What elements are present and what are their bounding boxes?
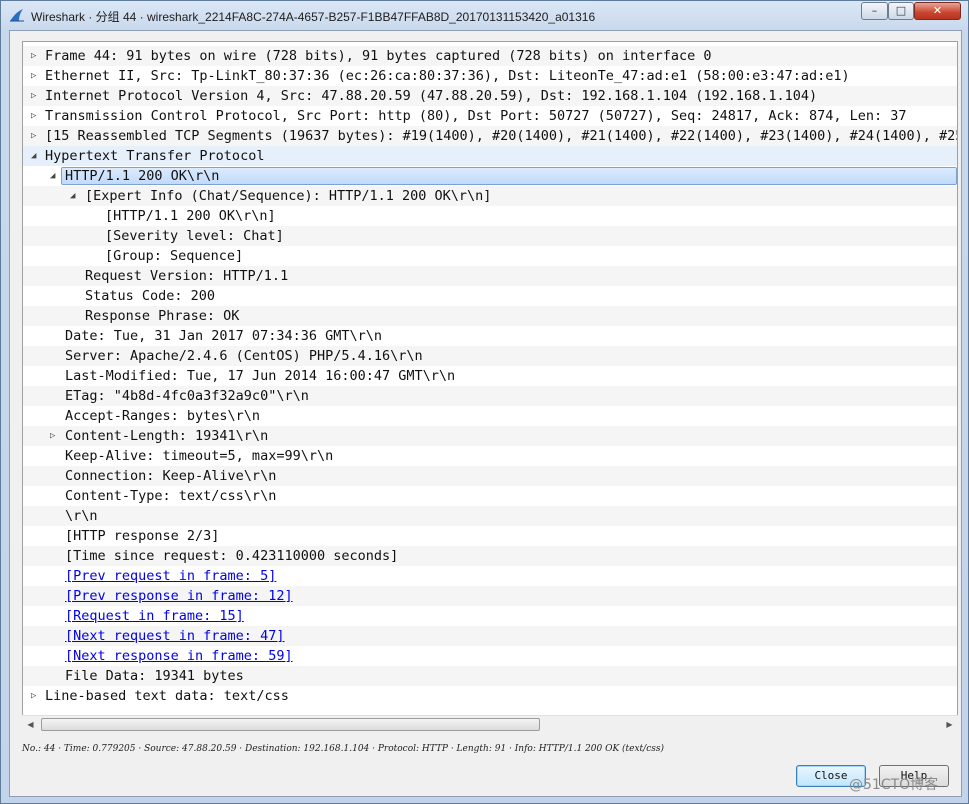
tree-row-label: Date: Tue, 31 Jan 2017 07:34:36 GMT\r\n [65, 328, 382, 344]
tree-row-last-modified[interactable]: Last-Modified: Tue, 17 Jun 2014 16:00:47… [23, 366, 957, 386]
tree-row-accept-ranges[interactable]: Accept-Ranges: bytes\r\n [23, 406, 957, 426]
tree-row-expert-message[interactable]: [HTTP/1.1 200 OK\r\n] [23, 206, 957, 226]
tree-row-tcp[interactable]: ▷ Transmission Control Protocol, Src Por… [23, 106, 957, 126]
scrollbar-thumb[interactable] [41, 718, 540, 731]
minimize-button[interactable]: – [861, 2, 888, 20]
expand-arrow-icon[interactable]: ▷ [31, 46, 41, 66]
tree-row-label: Content-Length: 19341\r\n [65, 428, 269, 444]
tree-row-date[interactable]: Date: Tue, 31 Jan 2017 07:34:36 GMT\r\n [23, 326, 957, 346]
tree-row-server[interactable]: Server: Apache/2.4.6 (CentOS) PHP/5.4.16… [23, 346, 957, 366]
expand-arrow-icon[interactable]: ▷ [50, 426, 60, 446]
collapse-arrow-icon[interactable]: ◢ [31, 146, 41, 166]
tree-row-file-data[interactable]: File Data: 19341 bytes [23, 666, 957, 686]
tree-row-prev-request-link[interactable]: [Prev request in frame: 5] [23, 566, 957, 586]
tree-row-group[interactable]: [Group: Sequence] [23, 246, 957, 266]
tree-row-content-length[interactable]: ▷ Content-Length: 19341\r\n [23, 426, 957, 446]
tree-row-label: File Data: 19341 bytes [65, 668, 244, 684]
packet-summary-status: No.: 44 · Time: 0.779205 · Source: 47.88… [22, 744, 664, 754]
scroll-right-icon[interactable]: ▶ [941, 716, 958, 733]
tree-row-status-code[interactable]: Status Code: 200 [23, 286, 957, 306]
collapse-arrow-icon[interactable]: ◢ [70, 186, 80, 206]
expand-arrow-icon[interactable]: ▷ [31, 686, 41, 706]
tree-row-label: Frame 44: 91 bytes on wire (728 bits), 9… [45, 48, 712, 64]
tree-row-keep-alive[interactable]: Keep-Alive: timeout=5, max=99\r\n [23, 446, 957, 466]
tree-row-label: ETag: "4b8d-4fc0a3f32a9c0"\r\n [65, 388, 309, 404]
maximize-button[interactable]: □ [888, 2, 914, 20]
tree-row-severity[interactable]: [Severity level: Chat] [23, 226, 957, 246]
packet-details-tree[interactable]: ▷ Frame 44: 91 bytes on wire (728 bits),… [22, 41, 958, 733]
tree-row-label: [Expert Info (Chat/Sequence): HTTP/1.1 2… [85, 188, 492, 204]
tree-row-label: Last-Modified: Tue, 17 Jun 2014 16:00:47… [65, 368, 456, 384]
tree-row-next-request-link[interactable]: [Next request in frame: 47] [23, 626, 957, 646]
tree-row-label: Connection: Keep-Alive\r\n [65, 468, 277, 484]
tree-row-ipv4[interactable]: ▷ Internet Protocol Version 4, Src: 47.8… [23, 86, 957, 106]
close-window-button[interactable]: ✕ [914, 2, 961, 20]
tree-row-label: [Severity level: Chat] [105, 228, 284, 244]
tree-row-label: [HTTP response 2/3] [65, 528, 220, 544]
tree-row-connection[interactable]: Connection: Keep-Alive\r\n [23, 466, 957, 486]
watermark-text: @51CTO博客 [849, 777, 939, 793]
tree-row-expert-info[interactable]: ◢ [Expert Info (Chat/Sequence): HTTP/1.1… [23, 186, 957, 206]
tree-row-reassembled[interactable]: ▷ [15 Reassembled TCP Segments (19637 by… [23, 126, 957, 146]
tree-row-time-since-request[interactable]: [Time since request: 0.423110000 seconds… [23, 546, 957, 566]
tree-row-label: [HTTP/1.1 200 OK\r\n] [105, 208, 276, 224]
tree-row-http[interactable]: ◢ Hypertext Transfer Protocol [23, 146, 957, 166]
dialog-body: ▷ Frame 44: 91 bytes on wire (728 bits),… [9, 30, 962, 797]
title-bar[interactable]: Wireshark · 分组 44 · wireshark_2214FA8C-2… [1, 1, 968, 30]
expand-arrow-icon[interactable]: ▷ [31, 86, 41, 106]
tree-row-label: Internet Protocol Version 4, Src: 47.88.… [45, 88, 818, 104]
tree-row-label: Ethernet II, Src: Tp-LinkT_80:37:36 (ec:… [45, 68, 850, 84]
tree-row-label: Response Phrase: OK [85, 308, 240, 324]
next-request-link[interactable]: [Next request in frame: 47] [65, 626, 284, 646]
request-in-frame-link[interactable]: [Request in frame: 15] [65, 606, 244, 626]
tree-row-label: Accept-Ranges: bytes\r\n [65, 408, 261, 424]
tree-row-line-based-text[interactable]: ▷ Line-based text data: text/css [23, 686, 957, 706]
expand-arrow-icon[interactable]: ▷ [31, 126, 41, 146]
horizontal-scrollbar[interactable]: ◀ ▶ [22, 715, 958, 734]
wireshark-packet-window: Wireshark · 分组 44 · wireshark_2214FA8C-2… [0, 0, 969, 804]
tree-row-label: [Group: Sequence] [105, 248, 244, 264]
tree-row-label: Content-Type: text/css\r\n [65, 488, 277, 504]
wireshark-fin-icon [10, 9, 24, 22]
scroll-left-icon[interactable]: ◀ [22, 716, 39, 733]
tree-row-label: [15 Reassembled TCP Segments (19637 byte… [45, 128, 958, 144]
tree-row-label: Status Code: 200 [85, 288, 216, 304]
window-title: Wireshark · 分组 44 · wireshark_2214FA8C-2… [31, 10, 596, 24]
tree-row-prev-response-link[interactable]: [Prev response in frame: 12] [23, 586, 957, 606]
tree-row-request-link[interactable]: [Request in frame: 15] [23, 606, 957, 626]
tree-row-frame[interactable]: ▷ Frame 44: 91 bytes on wire (728 bits),… [23, 46, 957, 66]
tree-row-label: \r\n [65, 508, 98, 524]
tree-row-label: Line-based text data: text/css [45, 688, 289, 704]
tree-row-label: HTTP/1.1 200 OK\r\n [65, 168, 220, 184]
tree-row-ethernet[interactable]: ▷ Ethernet II, Src: Tp-LinkT_80:37:36 (e… [23, 66, 957, 86]
tree-row-label: Server: Apache/2.4.6 (CentOS) PHP/5.4.16… [65, 348, 423, 364]
tree-row-next-response-link[interactable]: [Next response in frame: 59] [23, 646, 957, 666]
tree-row-label: [Time since request: 0.423110000 seconds… [65, 548, 399, 564]
tree-row-content-type[interactable]: Content-Type: text/css\r\n [23, 486, 957, 506]
tree-row-crlf[interactable]: \r\n [23, 506, 957, 526]
collapse-arrow-icon[interactable]: ◢ [50, 166, 60, 186]
tree-row-etag[interactable]: ETag: "4b8d-4fc0a3f32a9c0"\r\n [23, 386, 957, 406]
tree-row-label: Request Version: HTTP/1.1 [85, 268, 289, 284]
tree-row-response-phrase[interactable]: Response Phrase: OK [23, 306, 957, 326]
prev-request-link[interactable]: [Prev request in frame: 5] [65, 566, 276, 586]
tree-row-status-line-selected[interactable]: ◢ HTTP/1.1 200 OK\r\n [23, 166, 957, 186]
prev-response-link[interactable]: [Prev response in frame: 12] [65, 586, 293, 606]
next-response-link[interactable]: [Next response in frame: 59] [65, 646, 293, 666]
tree-row-label: Hypertext Transfer Protocol [45, 148, 265, 164]
expand-arrow-icon[interactable]: ▷ [31, 106, 41, 126]
expand-arrow-icon[interactable]: ▷ [31, 66, 41, 86]
tree-row-request-version[interactable]: Request Version: HTTP/1.1 [23, 266, 957, 286]
tree-row-http-response[interactable]: [HTTP response 2/3] [23, 526, 957, 546]
tree-row-label: Keep-Alive: timeout=5, max=99\r\n [65, 448, 334, 464]
tree-row-label: Transmission Control Protocol, Src Port:… [45, 108, 907, 124]
